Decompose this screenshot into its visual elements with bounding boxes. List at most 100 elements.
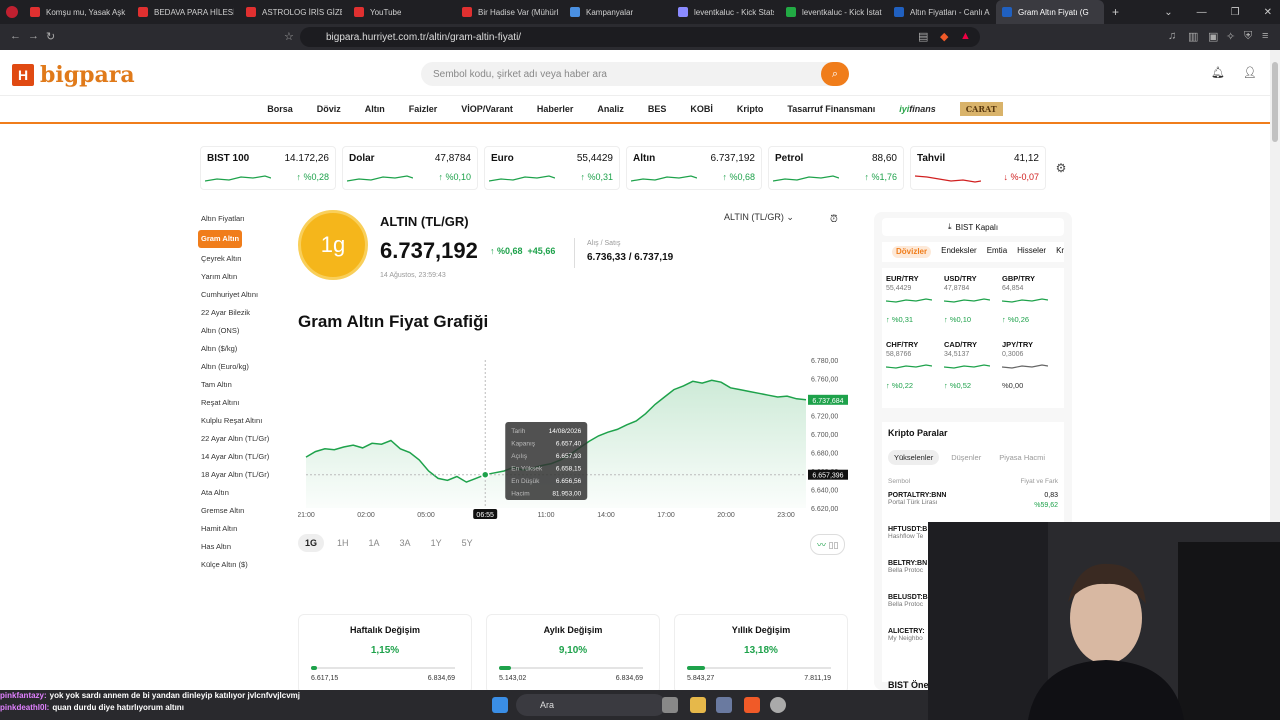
fx-item[interactable]: CAD/TRY 34,5137 ↑ %0,52 — [943, 340, 1002, 406]
period-button[interactable]: 1H — [330, 534, 356, 552]
crypto-row[interactable]: PORTALTRY:BNN Portal Türk Lirası 0,83 %59,6… — [888, 492, 1058, 509]
browser-tab[interactable]: leventkaluc - Kick Stats — [672, 0, 780, 24]
taskbar-search[interactable]: Ara — [516, 694, 666, 716]
minimize-icon[interactable]: — — [1197, 7, 1207, 18]
sidebar-item[interactable]: 18 Ayar Altın (TL/Gr) — [198, 466, 278, 484]
sidebar-item[interactable]: 14 Ayar Altın (TL/Gr) — [198, 448, 278, 466]
sidebar-item[interactable]: Has Altın — [198, 538, 278, 556]
brave-shield-icon[interactable]: ◆ — [940, 30, 948, 43]
market-tab[interactable]: Emtia — [987, 246, 1007, 258]
sidebar-item[interactable]: Kulplu Reşat Altını — [198, 412, 278, 430]
sidebar-item[interactable]: Çeyrek Altın — [198, 250, 278, 268]
reader-icon[interactable]: ▤ — [918, 30, 928, 43]
browser-tab[interactable]: Bir Hadise Var (Mühürle — [456, 0, 564, 24]
instrument-select[interactable]: ALTIN (TL/GR) ⌄ — [724, 212, 794, 223]
browser-tab[interactable]: leventkaluc - Kick İstatis — [780, 0, 888, 24]
bell-icon[interactable]: 🔔︎ — [1211, 66, 1225, 79]
period-button[interactable]: 1A — [362, 534, 387, 552]
site-logo[interactable]: H bigpara — [12, 62, 135, 88]
market-tab[interactable]: Endeksler — [941, 246, 977, 258]
sidebar-item[interactable]: Gram Altın — [198, 230, 243, 248]
crypto-tab[interactable]: Piyasa Hacmi — [993, 450, 1051, 465]
sidebar-item[interactable]: Altın ($/kg) — [198, 340, 278, 358]
period-button[interactable]: 1G — [298, 534, 325, 552]
menu-icon[interactable]: ≡ — [1262, 30, 1268, 42]
browser-tab[interactable]: Altın Fiyatları - Canlı Altı — [888, 0, 996, 24]
browser-tab[interactable]: Komşu mu, Yasak Aşk m — [24, 0, 132, 24]
price-chart[interactable]: 6.620,006.640,006.660,006.680,006.700,00… — [298, 350, 850, 526]
alarm-icon[interactable]: ⏰︎ — [830, 214, 838, 225]
menu-item[interactable]: Faizler — [409, 104, 438, 114]
sidebar-item[interactable]: Tam Altın — [198, 376, 278, 394]
period-button[interactable]: 1Y — [424, 534, 449, 552]
menu-item[interactable]: Analiz — [597, 104, 624, 114]
fx-item[interactable]: USD/TRY 47,8784 ↑ %0,10 — [943, 274, 1002, 340]
menu-item[interactable]: Borsa — [267, 104, 293, 114]
ticker-card[interactable]: BIST 100 14.172,26 ↑ %0,28 — [200, 146, 336, 190]
page-scrollbar[interactable] — [1270, 50, 1280, 522]
obs-icon[interactable] — [770, 697, 786, 713]
sidebar-item[interactable]: Reşat Altını — [198, 394, 278, 412]
carat-logo[interactable]: CARAT — [959, 102, 1003, 116]
ticker-card[interactable]: Dolar 47,8784 ↑ %0,10 — [342, 146, 478, 190]
ticker-card[interactable]: Tahvil 41,12 ↓ %-0,07 — [910, 146, 1046, 190]
settings-icon[interactable] — [716, 697, 732, 713]
wallet-icon[interactable]: ▣ — [1208, 30, 1218, 43]
menu-item[interactable]: BES — [648, 104, 667, 114]
market-tab[interactable]: Hisseler — [1017, 246, 1046, 258]
close-window-icon[interactable]: ✕ — [1264, 7, 1272, 18]
period-button[interactable]: 3A — [393, 534, 418, 552]
ticker-card[interactable]: Euro 55,4429 ↑ %0,31 — [484, 146, 620, 190]
sidebar-item[interactable]: Altın Fiyatları — [198, 210, 278, 228]
sidebar-item[interactable]: Hamit Altın — [198, 520, 278, 538]
forward-icon[interactable]: → — [28, 30, 39, 42]
menu-item[interactable]: Kripto — [737, 104, 764, 114]
sidebar-item[interactable]: 22 Ayar Altın (TL/Gr) — [198, 430, 278, 448]
reload-icon[interactable]: ↻ — [46, 30, 55, 43]
browser-menu-icon[interactable] — [0, 0, 24, 24]
menu-item[interactable]: VİOP/Varant — [461, 104, 513, 114]
browser-tab[interactable]: YouTube — [348, 0, 456, 24]
back-icon[interactable]: ← — [10, 30, 21, 42]
search-button[interactable]: ⌕ — [821, 62, 849, 86]
menu-item[interactable]: KOBİ — [690, 104, 713, 114]
market-tab[interactable]: Kripto — [1056, 246, 1064, 258]
ticker-card[interactable]: Altın 6.737,192 ↑ %0,68 — [626, 146, 762, 190]
task-view-icon[interactable] — [662, 697, 678, 713]
crypto-tab[interactable]: Düşenler — [945, 450, 987, 465]
fx-item[interactable]: GBP/TRY 64,854 ↑ %0,26 — [1001, 274, 1060, 340]
media-icon[interactable]: ♫ — [1168, 30, 1176, 42]
browser-tab[interactable]: ASTROLOG İRİS GİZEM — [240, 0, 348, 24]
leo-icon[interactable]: ✧ — [1226, 30, 1235, 43]
browser-tab[interactable]: BEDAVA PARA HİLESİ B — [132, 0, 240, 24]
ticker-settings-button[interactable]: ⚙ — [1048, 146, 1074, 190]
tab-list-icon[interactable]: ⌄ — [1164, 7, 1172, 18]
iyi-finans-logo[interactable]: iyifinans — [899, 104, 936, 114]
sidebar-item[interactable]: 22 Ayar Bilezik — [198, 304, 278, 322]
sidebar-item[interactable]: Ata Altın — [198, 484, 278, 502]
fx-item[interactable]: CHF/TRY 58,8766 ↑ %0,22 — [885, 340, 944, 406]
period-button[interactable]: 5Y — [455, 534, 480, 552]
sidebar-item[interactable]: Gremse Altın — [198, 502, 278, 520]
explorer-icon[interactable] — [690, 697, 706, 713]
browser-tab[interactable]: Kampanyalar — [564, 0, 672, 24]
brave-icon[interactable] — [744, 697, 760, 713]
menu-item[interactable]: Altın — [365, 104, 385, 114]
sidebar-item[interactable]: Altın (Euro/kg) — [198, 358, 278, 376]
ticker-card[interactable]: Petrol 88,60 ↑ %1,76 — [768, 146, 904, 190]
sidebar-icon[interactable]: ▥ — [1188, 30, 1198, 43]
bookmark-icon[interactable]: ☆ — [284, 30, 294, 43]
crypto-tab[interactable]: Yükselenler — [888, 450, 940, 465]
menu-item[interactable]: Haberler — [537, 104, 574, 114]
menu-item[interactable]: Döviz — [317, 104, 341, 114]
rewards-icon[interactable]: ▲ — [960, 30, 971, 42]
menu-item[interactable]: Tasarruf Finansmanı — [787, 104, 875, 114]
market-tab[interactable]: Dövizler — [892, 246, 932, 258]
vpn-icon[interactable]: ⛨ — [1244, 30, 1252, 43]
search-input[interactable]: Sembol kodu, şirket adı veya haber ara ⌕ — [421, 62, 849, 86]
sidebar-item[interactable]: Külçe Altın ($) — [198, 556, 278, 574]
browser-tab[interactable]: Gram Altın Fiyatı (G — [996, 0, 1104, 24]
chart-type-toggle[interactable]: 〰 ▯▯ — [810, 534, 846, 555]
fx-item[interactable]: JPY/TRY 0,3006 %0,00 — [1001, 340, 1060, 406]
sidebar-item[interactable]: Cumhuriyet Altını — [198, 286, 278, 304]
